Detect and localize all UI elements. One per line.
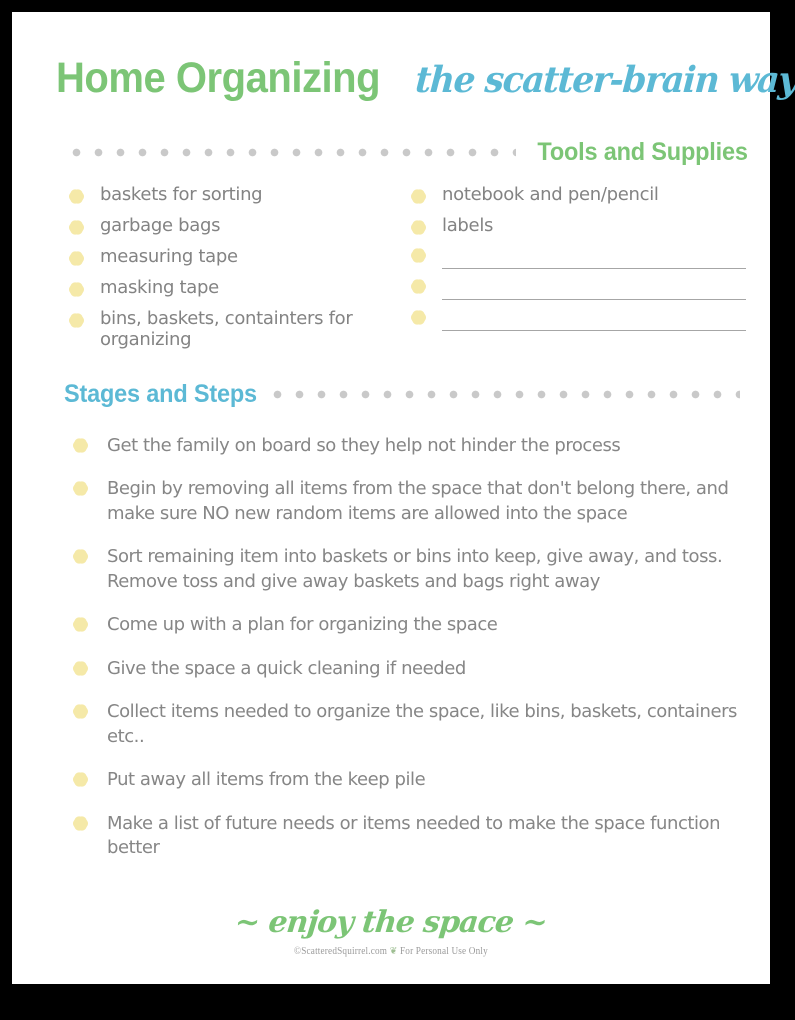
list-item-blank[interactable] <box>409 308 752 338</box>
stages-section-header: Stages and Steps <box>64 380 740 409</box>
list-item-label: garbage bags <box>100 215 221 236</box>
tools-section-label: Tools and Supplies <box>537 138 748 166</box>
flower-bullet-icon <box>409 277 428 296</box>
flower-bullet-icon <box>409 246 428 265</box>
list-item-label: Put away all items from the keep pile <box>107 769 426 791</box>
list-item[interactable]: Sort remaining item into baskets or bins… <box>71 545 752 594</box>
supplies-list: baskets for sorting garbage bags measuri… <box>67 184 752 351</box>
list-item[interactable]: Make a list of future needs or items nee… <box>71 812 752 861</box>
stages-section-label: Stages and Steps <box>64 380 257 408</box>
flower-bullet-icon <box>67 311 86 330</box>
flower-bullet-icon <box>71 479 90 499</box>
list-item[interactable]: Begin by removing all items from the spa… <box>71 477 752 526</box>
list-item[interactable]: notebook and pen/pencil <box>409 184 752 214</box>
title-script-text: the scatter-brain way <box>414 59 795 101</box>
supplies-left-column: baskets for sorting garbage bags measuri… <box>67 184 410 351</box>
list-item[interactable]: Give the space a quick cleaning if neede… <box>71 657 752 681</box>
flower-bullet-icon <box>67 249 86 268</box>
leaf-icon: ❦ <box>389 946 398 957</box>
list-item-label: notebook and pen/pencil <box>442 184 659 205</box>
list-item[interactable]: Get the family on board so they help not… <box>71 434 752 458</box>
flower-bullet-icon <box>71 702 90 722</box>
list-item[interactable]: baskets for sorting <box>67 184 410 214</box>
footer-tagline: ~ enjoy the space ~ <box>233 905 549 940</box>
list-item[interactable]: bins, baskets, containters for organizin… <box>67 308 410 351</box>
flower-bullet-icon <box>409 308 428 327</box>
list-item[interactable]: Come up with a plan for organizing the s… <box>71 613 752 637</box>
list-item-label: Give the space a quick cleaning if neede… <box>107 657 466 679</box>
flower-bullet-icon <box>67 218 86 237</box>
list-item[interactable]: measuring tape <box>67 246 410 276</box>
printable-page: Home Organizing the scatter-brain way To… <box>12 12 795 984</box>
tools-section-header: Tools and Supplies <box>72 138 748 167</box>
page-title: Home Organizing the scatter-brain way <box>56 54 795 116</box>
write-in-line[interactable] <box>442 308 746 331</box>
flower-bullet-icon <box>71 615 90 635</box>
list-item-label: Come up with a plan for organizing the s… <box>107 614 498 636</box>
footer-credit-usage: For Personal Use Only <box>399 946 488 957</box>
footer-credit: ©ScatteredSquirrel.com ❦ For Personal Us… <box>42 946 739 957</box>
footer: ~ enjoy the space ~ ©ScatteredSquirrel.c… <box>12 905 770 957</box>
flower-bullet-icon <box>409 187 428 206</box>
supplies-right-column: notebook and pen/pencil labels <box>409 184 752 351</box>
flower-bullet-icon <box>67 187 86 206</box>
flower-bullet-icon <box>67 280 86 299</box>
list-item-label: measuring tape <box>100 246 238 267</box>
title-main-text: Home Organizing <box>56 54 381 102</box>
list-item[interactable]: masking tape <box>67 277 410 307</box>
steps-list: Get the family on board so they help not… <box>71 434 752 880</box>
list-item-blank[interactable] <box>409 246 752 276</box>
write-in-line[interactable] <box>442 246 746 269</box>
write-in-line[interactable] <box>442 277 746 300</box>
flower-bullet-icon <box>71 436 90 455</box>
list-item-blank[interactable] <box>409 277 752 307</box>
list-item-label: baskets for sorting <box>100 184 263 205</box>
list-item-label: masking tape <box>100 277 219 298</box>
flower-bullet-icon <box>71 813 90 833</box>
list-item-label: Sort remaining item into baskets or bins… <box>107 546 723 592</box>
footer-credit-site: ©ScatteredSquirrel.com <box>294 946 388 957</box>
list-item[interactable]: garbage bags <box>67 215 410 245</box>
list-item-label: Begin by removing all items from the spa… <box>107 478 729 524</box>
list-item[interactable]: labels <box>409 215 752 245</box>
list-item-label: Get the family on board so they help not… <box>107 435 621 456</box>
flower-bullet-icon <box>71 770 90 790</box>
list-item-label: Make a list of future needs or items nee… <box>107 812 721 859</box>
list-item-label: bins, baskets, containters for organizin… <box>100 308 353 351</box>
flower-bullet-icon <box>71 547 90 567</box>
list-item-label: labels <box>442 215 494 236</box>
list-item[interactable]: Put away all items from the keep pile <box>71 768 752 792</box>
list-item-label: Collect items needed to organize the spa… <box>107 701 737 747</box>
flower-bullet-icon <box>409 218 428 237</box>
list-item[interactable]: Collect items needed to organize the spa… <box>71 700 752 749</box>
dotted-divider-icon <box>273 390 740 399</box>
flower-bullet-icon <box>71 658 90 678</box>
dotted-divider-icon <box>72 148 517 157</box>
